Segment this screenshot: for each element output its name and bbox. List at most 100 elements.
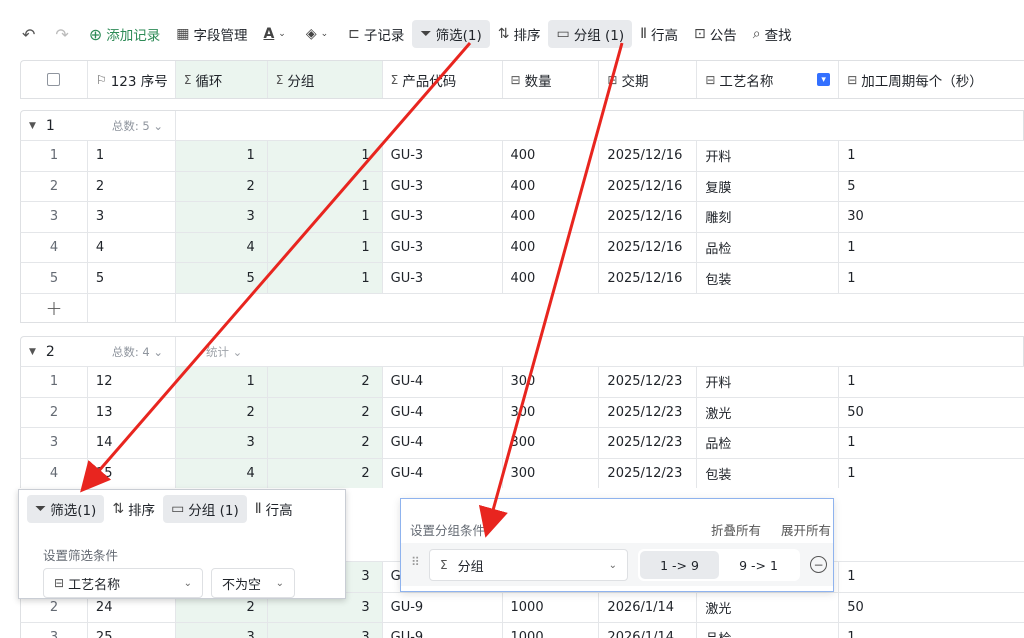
cell-quantity[interactable]: 400 — [503, 202, 600, 232]
cell-product-code[interactable]: GU-4 — [383, 458, 503, 489]
cell-process-name[interactable]: 开料 — [697, 141, 840, 171]
cell-due-date[interactable]: 2025/12/16 — [599, 141, 698, 171]
cell-cycle-time[interactable]: 1 — [839, 233, 1024, 263]
cell-product-code[interactable]: GU-9 — [383, 623, 503, 638]
caret-down-icon[interactable]: ▼ — [29, 347, 36, 357]
cell-group[interactable]: 1 — [267, 171, 383, 202]
cell-index[interactable]: 14 — [88, 428, 176, 458]
cell-group[interactable]: 2 — [267, 458, 383, 489]
cell-cycle-time[interactable]: 1 — [839, 141, 1024, 171]
cell-product-code[interactable]: GU-3 — [383, 263, 503, 293]
cell-due-date[interactable]: 2025/12/16 — [599, 202, 698, 232]
column-header-loop[interactable]: Σ 循环 — [175, 61, 268, 98]
redo-button[interactable]: ↷ — [47, 20, 80, 48]
cell-group[interactable]: 2 — [267, 428, 383, 458]
row-number[interactable]: 2 — [21, 171, 88, 202]
column-header-product-code[interactable]: Σ 产品代码 — [383, 61, 503, 98]
table-row[interactable]: 4 15 4 2 GU-4 300 2025/12/23 包装 1 — [20, 457, 1024, 489]
order-asc-option[interactable]: 1 -> 9 — [640, 551, 719, 579]
cell-product-code[interactable]: GU-3 — [383, 202, 503, 232]
cell-cycle-time[interactable]: 1 — [839, 623, 1024, 638]
cell-loop[interactable]: 1 — [175, 141, 268, 171]
cell-quantity[interactable]: 400 — [503, 171, 600, 202]
cell-process-name[interactable]: 品检 — [697, 232, 840, 263]
filter-field-select[interactable]: ⊟ 工艺名称 ⌄ — [43, 568, 203, 598]
cell-group[interactable]: 2 — [267, 367, 383, 397]
cell-due-date[interactable]: 2025/12/23 — [599, 428, 698, 458]
cell-group[interactable]: 1 — [267, 232, 383, 263]
drag-handle-icon[interactable]: ⠿ — [411, 555, 420, 569]
column-header-index[interactable]: ⚐ 123 序号 — [88, 61, 176, 98]
cell-process-name[interactable]: 包装 — [697, 458, 840, 489]
table-row[interactable]: 3 3 3 1 GU-3 400 2025/12/16 雕刻 30 — [20, 201, 1024, 232]
group-count[interactable]: 总数: 5 ⌄ — [112, 118, 163, 134]
cell-cycle-time[interactable]: 50 — [839, 398, 1024, 428]
cell-quantity[interactable]: 400 — [503, 232, 600, 263]
remove-condition-icon[interactable]: − — [810, 556, 827, 573]
cell-due-date[interactable]: 2025/12/16 — [599, 232, 698, 263]
table-row[interactable]: 1 12 1 2 GU-4 300 2025/12/23 开料 1 — [20, 366, 1024, 397]
cell-group[interactable]: 1 — [267, 263, 383, 293]
group-button[interactable]: ▭ 分组 (1) — [548, 20, 633, 48]
table-row[interactable]: 3 14 3 2 GU-4 300 2025/12/23 品检 1 — [20, 427, 1024, 458]
add-record-button[interactable]: ⊕ 添加记录 — [81, 20, 168, 48]
row-number[interactable]: 4 — [21, 458, 88, 489]
cell-product-code[interactable]: GU-4 — [383, 397, 503, 428]
row-number[interactable]: 3 — [21, 202, 88, 232]
text-color-button[interactable]: A ⌄ — [255, 20, 297, 48]
group-button[interactable]: ▭ 分组 (1) — [163, 495, 247, 523]
select-all-checkbox[interactable] — [21, 61, 88, 98]
cell-loop[interactable]: 4 — [175, 232, 268, 263]
cell-quantity[interactable]: 300 — [503, 367, 600, 397]
cell-quantity[interactable]: 300 — [503, 458, 600, 489]
cell-index[interactable]: 12 — [88, 367, 176, 397]
column-header-process-name[interactable]: ⊟ 工艺名称 ▾ — [697, 61, 840, 98]
cell-cycle-time[interactable]: 1 — [839, 562, 1024, 592]
cell-quantity[interactable]: 400 — [503, 263, 600, 293]
cell-process-name[interactable]: 激光 — [697, 397, 840, 428]
cell-cycle-time[interactable]: 1 — [839, 428, 1024, 458]
row-number[interactable]: 3 — [21, 623, 88, 638]
cell-group[interactable]: 1 — [267, 202, 383, 232]
cell-due-date[interactable]: 2026/1/14 — [599, 592, 698, 623]
cell-quantity[interactable]: 1000 — [503, 623, 600, 638]
row-number[interactable]: 5 — [21, 263, 88, 293]
cell-index[interactable]: 2 — [88, 171, 176, 202]
expand-all-link[interactable]: 展开所有 — [781, 520, 831, 539]
undo-button[interactable]: ↶ — [14, 20, 47, 48]
table-row[interactable]: 4 4 4 1 GU-3 400 2025/12/16 品检 1 — [20, 231, 1024, 263]
cell-loop[interactable]: 3 — [175, 428, 268, 458]
cell-quantity[interactable]: 1000 — [503, 592, 600, 623]
column-header-group[interactable]: Σ 分组 — [267, 61, 383, 98]
table-row[interactable]: 32533GU-910002026/1/14品检1 — [20, 622, 1024, 638]
group-header[interactable]: ▼ 2 总数: 4 ⌄ 统计 ⌄ — [20, 336, 1024, 366]
cell-product-code[interactable]: GU-9 — [383, 592, 503, 623]
caret-down-icon[interactable]: ▼ — [29, 121, 36, 131]
cell-process-name[interactable]: 包装 — [697, 263, 840, 293]
cell-due-date[interactable]: 2025/12/23 — [599, 367, 698, 397]
column-header-due-date[interactable]: ⊟ 交期 — [599, 61, 698, 98]
row-number[interactable]: 2 — [21, 397, 88, 428]
field-manage-button[interactable]: ▦ 字段管理 — [168, 20, 255, 48]
cell-cycle-time[interactable]: 1 — [839, 263, 1024, 293]
row-number[interactable]: 4 — [21, 232, 88, 263]
group-header[interactable]: ▼ 1 总数: 5 ⌄ — [20, 110, 1024, 140]
cell-cycle-time[interactable]: 1 — [839, 459, 1024, 489]
row-number[interactable]: 1 — [21, 141, 88, 171]
cell-cycle-time[interactable]: 1 — [839, 367, 1024, 397]
cell-process-name[interactable]: 复膜 — [697, 171, 840, 202]
table-row[interactable]: 2 13 2 2 GU-4 300 2025/12/23 激光 50 — [20, 396, 1024, 428]
cell-due-date[interactable]: 2026/1/14 — [599, 623, 698, 638]
row-height-button[interactable]: Ⅱ 行高 — [632, 20, 686, 48]
cell-index[interactable]: 13 — [88, 397, 176, 428]
sort-button[interactable]: ⇅ 排序 — [490, 20, 549, 48]
sub-record-button[interactable]: ⊏ 子记录 — [340, 20, 412, 48]
cell-quantity[interactable]: 300 — [503, 397, 600, 428]
cell-index[interactable]: 4 — [88, 232, 176, 263]
cell-process-name[interactable]: 品检 — [697, 623, 840, 638]
add-row-button[interactable]: + — [20, 292, 1024, 323]
table-row[interactable]: 1 1 1 1 GU-3 400 2025/12/16 开料 1 — [20, 140, 1024, 171]
cell-loop[interactable]: 2 — [175, 171, 268, 202]
cell-loop[interactable]: 5 — [175, 263, 268, 293]
group-field-select[interactable]: Σ 分组 ⌄ — [429, 549, 628, 581]
